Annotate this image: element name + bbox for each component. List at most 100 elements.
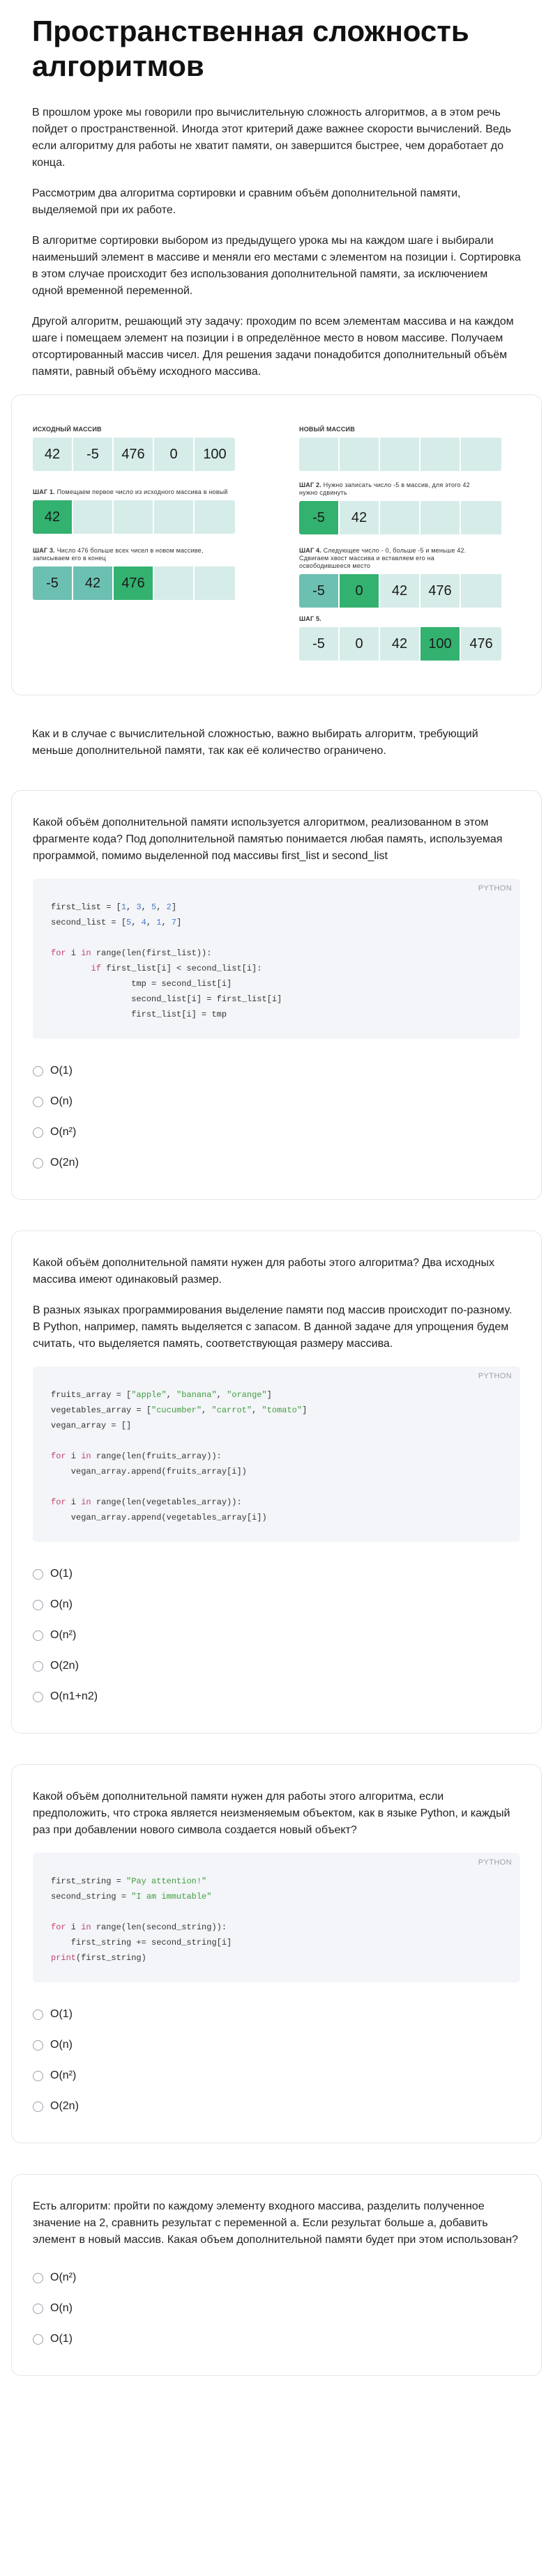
option-label: O(n²): [50, 1126, 77, 1138]
radio-icon[interactable]: [33, 1127, 43, 1138]
answer-option[interactable]: O(n1+n2): [33, 1681, 520, 1712]
option-label: O(n²): [50, 1629, 77, 1641]
answer-option[interactable]: O(n²): [33, 1117, 520, 1148]
answer-option[interactable]: O(n²): [33, 2262, 520, 2293]
quiz-card-1: Какой объём дополнительной памяти исполь…: [11, 790, 542, 1200]
answer-options: O(1) O(n) O(n²) O(2n): [33, 1999, 520, 2122]
quiz-note: В разных языках программирования выделен…: [33, 1304, 513, 1350]
radio-icon[interactable]: [33, 2272, 43, 2283]
array-cell: -5: [299, 574, 340, 608]
array-cell: [195, 566, 235, 600]
option-label: O(2n): [50, 1660, 79, 1672]
lesson-paragraph: В прошлом уроке мы говорили про вычислит…: [32, 107, 511, 169]
array-cell: 100: [421, 627, 461, 661]
radio-icon[interactable]: [33, 2070, 43, 2081]
option-label: O(1): [50, 1065, 73, 1077]
new-array-caption: НОВЫЙ МАССИВ: [299, 426, 355, 433]
array-cell: [340, 438, 380, 471]
sorting-illustration: ИСХОДНЫЙ МАССИВ 42 -5 476 0 100 НОВЫЙ МА…: [11, 394, 542, 695]
array-cell: [154, 566, 195, 600]
array-cell: -5: [299, 627, 340, 661]
answer-option[interactable]: O(n): [33, 2030, 520, 2060]
radio-icon[interactable]: [33, 2009, 43, 2020]
answer-options: O(1) O(n) O(n²) O(2n): [33, 1056, 520, 1178]
answer-option[interactable]: O(1): [33, 1999, 520, 2030]
array-cell: [461, 501, 501, 534]
quiz-card-3: Какой объём дополнительной памяти нужен …: [11, 1764, 542, 2143]
step-caption: ШАГ 1. Помещаем первое число из исходног…: [33, 488, 228, 495]
answer-option[interactable]: O(n²): [33, 2060, 520, 2091]
option-label: O(1): [50, 2008, 73, 2020]
answer-option[interactable]: O(1): [33, 1559, 520, 1589]
answer-option[interactable]: O(1): [33, 1056, 520, 1086]
lesson-paragraph: Как и в случае с вычислительной сложност…: [32, 728, 478, 757]
step-caption: ШАГ 3. Число 476 больше всех чисел в нов…: [33, 547, 204, 562]
quiz-card-4: Есть алгоритм: пройти по каждому элемент…: [11, 2174, 542, 2376]
array-cell: 0: [154, 438, 195, 471]
radio-icon[interactable]: [33, 2334, 43, 2345]
array-cell: -5: [299, 501, 340, 534]
option-label: O(n²): [50, 2272, 77, 2283]
array-cell: 42: [73, 566, 114, 600]
code-block: PYTHON first_list = [1, 3, 5, 2] second_…: [33, 879, 520, 1039]
array-cell: [195, 500, 235, 534]
source-array: ИСХОДНЫЙ МАССИВ 42 -5 476 0 100: [33, 426, 235, 471]
radio-icon[interactable]: [33, 1157, 43, 1169]
answer-options: O(1) O(n) O(n²) O(2n) O(n1+n2): [33, 1559, 520, 1712]
answer-option[interactable]: O(n): [33, 1589, 520, 1620]
radio-icon[interactable]: [33, 1660, 43, 1672]
array-cell: [380, 501, 421, 534]
radio-icon[interactable]: [33, 2101, 43, 2112]
array-cell: [154, 500, 195, 534]
array-cell: [421, 501, 461, 534]
code-language-label: PYTHON: [478, 1858, 512, 1867]
option-label: O(n1+n2): [50, 1690, 98, 1702]
radio-icon[interactable]: [33, 1691, 43, 1702]
step-2: ШАГ 2. Нужно записать число -5 в массив,…: [299, 481, 508, 534]
quiz-card-2: Какой объём дополнительной памяти нужен …: [11, 1231, 542, 1734]
lesson-paragraph: Рассмотрим два алгоритма сортировки и ср…: [32, 187, 461, 216]
step-4: ШАГ 4. Следующее число - 0, больше -5 и …: [299, 547, 508, 608]
code-text: fruits_array = ["apple", "banana", "oran…: [51, 1390, 308, 1522]
answer-options: O(n²) O(n) O(1): [33, 2262, 520, 2354]
array-cell: [299, 438, 340, 471]
lesson-page: Пространственная сложность алгоритмов В …: [0, 0, 553, 2404]
array-cell: 42: [380, 627, 421, 661]
answer-option[interactable]: O(2n): [33, 1651, 520, 1681]
radio-icon[interactable]: [33, 1568, 43, 1580]
array-cell: 476: [114, 438, 154, 471]
radio-icon[interactable]: [33, 1599, 43, 1610]
array-cell: 476: [421, 574, 461, 608]
step-3: ШАГ 3. Число 476 больше всех чисел в нов…: [33, 547, 242, 600]
step-5: ШАГ 5. -5 0 42 100 476: [299, 615, 501, 661]
lesson-paragraph: В алгоритме сортировки выбором из предыд…: [32, 235, 521, 297]
radio-icon[interactable]: [33, 2303, 43, 2314]
answer-option[interactable]: O(n): [33, 1086, 520, 1117]
array-cell: [73, 500, 114, 534]
code-block: PYTHON first_string = "Pay attention!" s…: [33, 1853, 520, 1982]
lesson-intro: В прошлом уроке мы говорили про вычислит…: [32, 105, 521, 380]
answer-option[interactable]: O(1): [33, 2324, 520, 2354]
array-cell: 42: [33, 500, 73, 534]
radio-icon[interactable]: [33, 1065, 43, 1077]
page-title: Пространственная сложность алгоритмов: [32, 15, 469, 82]
array-cell: 42: [340, 501, 380, 534]
answer-option[interactable]: O(2n): [33, 2091, 520, 2122]
answer-option[interactable]: O(n²): [33, 1620, 520, 1651]
array-cell: [380, 438, 421, 471]
option-label: O(n): [50, 1095, 73, 1107]
radio-icon[interactable]: [33, 1630, 43, 1641]
answer-option[interactable]: O(2n): [33, 1148, 520, 1178]
quiz-question: Какой объём дополнительной памяти исполь…: [33, 817, 503, 862]
option-label: O(1): [50, 1568, 73, 1580]
step-caption: ШАГ 2. Нужно записать число -5 в массив,…: [299, 481, 470, 496]
array-cell: 100: [195, 438, 235, 471]
code-language-label: PYTHON: [478, 1372, 512, 1380]
radio-icon[interactable]: [33, 1096, 43, 1107]
step-caption: ШАГ 4. Следующее число - 0, больше -5 и …: [299, 547, 467, 569]
answer-option[interactable]: O(n): [33, 2293, 520, 2324]
array-cell: -5: [73, 438, 114, 471]
option-label: O(n): [50, 1598, 73, 1610]
radio-icon[interactable]: [33, 2039, 43, 2051]
option-label: O(n): [50, 2039, 73, 2051]
